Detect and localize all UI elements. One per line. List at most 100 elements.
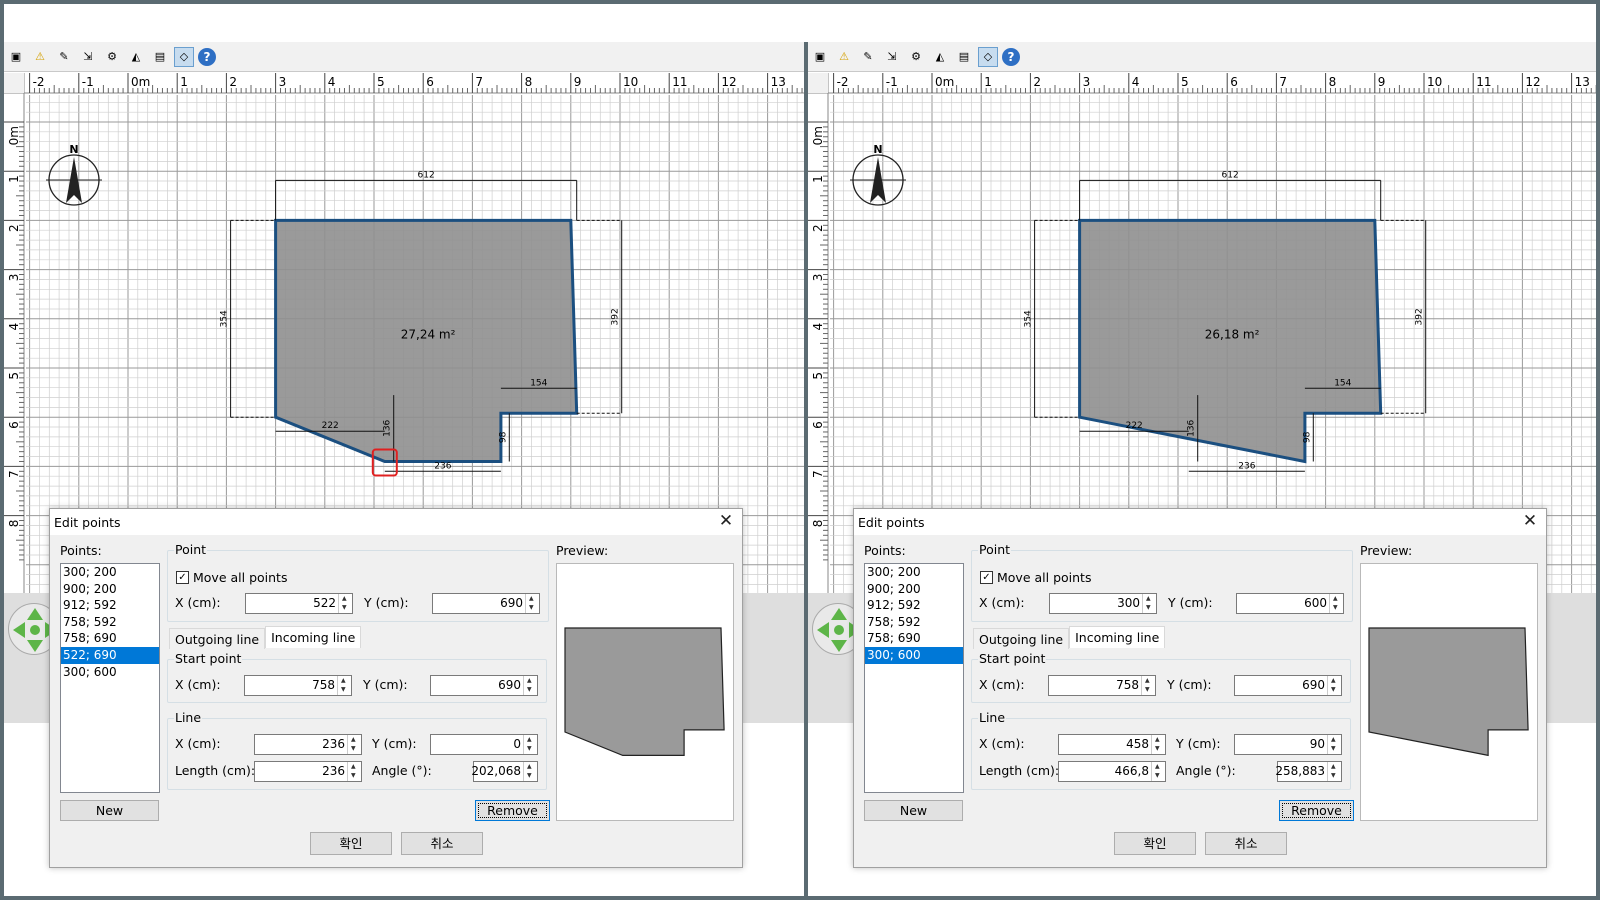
spinner-arrows-icon[interactable]: ▲ ▼ [1327, 735, 1341, 754]
line-y-field-value: 0 [513, 737, 521, 751]
new-point-button[interactable]: New [864, 800, 963, 821]
spinner-arrows-icon[interactable]: ▲ ▼ [525, 594, 539, 613]
points-list-item[interactable]: 300; 600 [865, 646, 963, 664]
points-list-item[interactable]: 758; 690 [865, 630, 963, 647]
points-list-item[interactable]: 300; 600 [61, 664, 159, 681]
points-list-item[interactable]: 912; 592 [61, 597, 159, 614]
spinner-arrows-icon[interactable]: ▲ ▼ [1141, 676, 1155, 695]
export-icon[interactable]: ⇲ [78, 47, 98, 67]
mirror-icon[interactable]: ◭ [126, 47, 146, 67]
dimension-label: 236 [1238, 461, 1255, 471]
angle-field[interactable]: 258,883 ▲ ▼ [1275, 761, 1342, 782]
points-list[interactable]: 300; 200 900; 200 912; 592 758; 592 758; 690… [60, 563, 160, 793]
start-x-field-value: 758 [312, 678, 335, 692]
remove-point-button[interactable]: Remove [1279, 800, 1354, 821]
points-list-item[interactable]: 758; 592 [865, 614, 963, 631]
ok-button[interactable]: 확인 [310, 832, 392, 855]
compass-icon[interactable]: N [850, 143, 906, 206]
dialog-titlebar: Edit points [854, 509, 1546, 535]
cancel-button[interactable]: 취소 [401, 832, 483, 855]
start-x-label: X (cm): [175, 677, 221, 692]
length-field[interactable]: 466,8 ▲ ▼ [1058, 761, 1166, 782]
plan-icon[interactable]: ▤ [954, 47, 974, 67]
spinner-arrows-icon[interactable]: ▲ ▼ [1151, 735, 1165, 754]
spinner-arrows-icon[interactable]: ▲ ▼ [523, 762, 537, 781]
plan-icon[interactable]: ▤ [150, 47, 170, 67]
points-list[interactable]: 300; 200 900; 200 912; 592 758; 592 758; 690… [864, 563, 964, 793]
line-y-field[interactable]: 90 ▲ ▼ [1234, 734, 1342, 755]
length-field[interactable]: 236 ▲ ▼ [254, 761, 362, 782]
spinner-arrows-icon[interactable]: ▲ ▼ [1327, 676, 1341, 695]
spinner-arrows-icon[interactable]: ▲ ▼ [347, 735, 361, 754]
start-y-label: Y (cm): [363, 677, 408, 692]
start-y-label: Y (cm): [1167, 677, 1212, 692]
start-x-field[interactable]: 758 ▲ ▼ [1048, 675, 1156, 696]
points-list-item[interactable]: 522; 690 [61, 646, 159, 664]
warning-icon[interactable]: ⚠ [834, 47, 854, 67]
angle-field[interactable]: 202,068 ▲ ▼ [471, 761, 538, 782]
point-y-field[interactable]: 600 ▲ ▼ [1236, 593, 1344, 614]
points-label: Points: [60, 543, 102, 558]
move-all-points-checkbox[interactable]: ✓ [176, 571, 189, 584]
spinner-arrows-icon[interactable]: ▲ ▼ [523, 735, 537, 754]
help-icon[interactable]: ? [198, 47, 216, 66]
spinner-arrows-icon[interactable]: ▲ ▼ [338, 594, 352, 613]
wall-icon[interactable]: ◇ [174, 46, 194, 67]
start-y-field[interactable]: 690 ▲ ▼ [430, 675, 538, 696]
ok-button[interactable]: 확인 [1114, 832, 1196, 855]
tab-outgoing-line[interactable]: Outgoing line [973, 628, 1070, 649]
save-icon[interactable]: ▣ [810, 47, 830, 67]
warning-icon[interactable]: ⚠ [30, 47, 50, 67]
points-list-item[interactable]: 912; 592 [865, 597, 963, 614]
line-x-field[interactable]: 236 ▲ ▼ [254, 734, 362, 755]
points-list-item[interactable]: 900; 200 [61, 581, 159, 598]
spinner-arrows-icon[interactable]: ▲ ▼ [337, 676, 351, 695]
ruler-x-label: 0m [131, 75, 150, 89]
line-x-field[interactable]: 458 ▲ ▼ [1058, 734, 1166, 755]
move-all-points-checkbox[interactable]: ✓ [980, 571, 993, 584]
close-icon[interactable]: ✕ [1520, 511, 1540, 531]
points-list-item[interactable]: 300; 200 [865, 564, 963, 581]
ruler-x-label: 5 [1181, 75, 1189, 89]
points-list-item[interactable]: 900; 200 [865, 581, 963, 598]
cancel-button[interactable]: 취소 [1205, 832, 1287, 855]
points-list-item[interactable]: 758; 690 [61, 630, 159, 647]
edit-icon[interactable]: ✎ [54, 47, 74, 67]
dimension-label: 98 [1302, 431, 1312, 443]
edit-points-dialog: Edit points ✕ Points: 300; 200 900; 200 912; … [49, 508, 743, 868]
compass-icon[interactable]: N [46, 143, 102, 206]
ruler-x-label: 8 [525, 75, 533, 89]
point-x-field[interactable]: 300 ▲ ▼ [1049, 593, 1157, 614]
spinner-arrows-icon[interactable]: ▲ ▼ [1142, 594, 1156, 613]
export-icon[interactable]: ⇲ [882, 47, 902, 67]
close-icon[interactable]: ✕ [716, 511, 736, 531]
mirror-icon[interactable]: ◭ [930, 47, 950, 67]
spinner-arrows-icon[interactable]: ▲ ▼ [1151, 762, 1165, 781]
preferences-icon[interactable]: ⚙ [906, 47, 926, 67]
line-y-field[interactable]: 0 ▲ ▼ [430, 734, 538, 755]
point-y-field[interactable]: 690 ▲ ▼ [432, 593, 540, 614]
wall-icon[interactable]: ◇ [978, 46, 998, 67]
remove-point-button[interactable]: Remove [475, 800, 550, 821]
spinner-arrows-icon[interactable]: ▲ ▼ [523, 676, 537, 695]
spinner-arrows-icon[interactable]: ▲ ▼ [1329, 594, 1343, 613]
save-icon[interactable]: ▣ [6, 47, 26, 67]
new-point-button[interactable]: New [60, 800, 159, 821]
points-list-item[interactable]: 300; 200 [61, 564, 159, 581]
help-icon[interactable]: ? [1002, 47, 1020, 66]
tab-incoming-line[interactable]: Incoming line [1069, 626, 1166, 648]
ruler-x-label: 0m [935, 75, 954, 89]
spinner-arrows-icon[interactable]: ▲ ▼ [347, 762, 361, 781]
preferences-icon[interactable]: ⚙ [102, 47, 122, 67]
start-y-field[interactable]: 690 ▲ ▼ [1234, 675, 1342, 696]
start-x-field[interactable]: 758 ▲ ▼ [244, 675, 352, 696]
tab-outgoing-line[interactable]: Outgoing line [169, 628, 266, 649]
edit-icon[interactable]: ✎ [858, 47, 878, 67]
points-list-item[interactable]: 758; 592 [61, 614, 159, 631]
spinner-arrows-icon[interactable]: ▲ ▼ [1327, 762, 1341, 781]
point-x-field[interactable]: 522 ▲ ▼ [245, 593, 353, 614]
ruler-y-label: 3 [7, 274, 21, 282]
tab-incoming-line[interactable]: Incoming line [265, 626, 362, 648]
dimension-label: 354 [220, 310, 230, 327]
line-x-label: X (cm): [175, 736, 221, 751]
